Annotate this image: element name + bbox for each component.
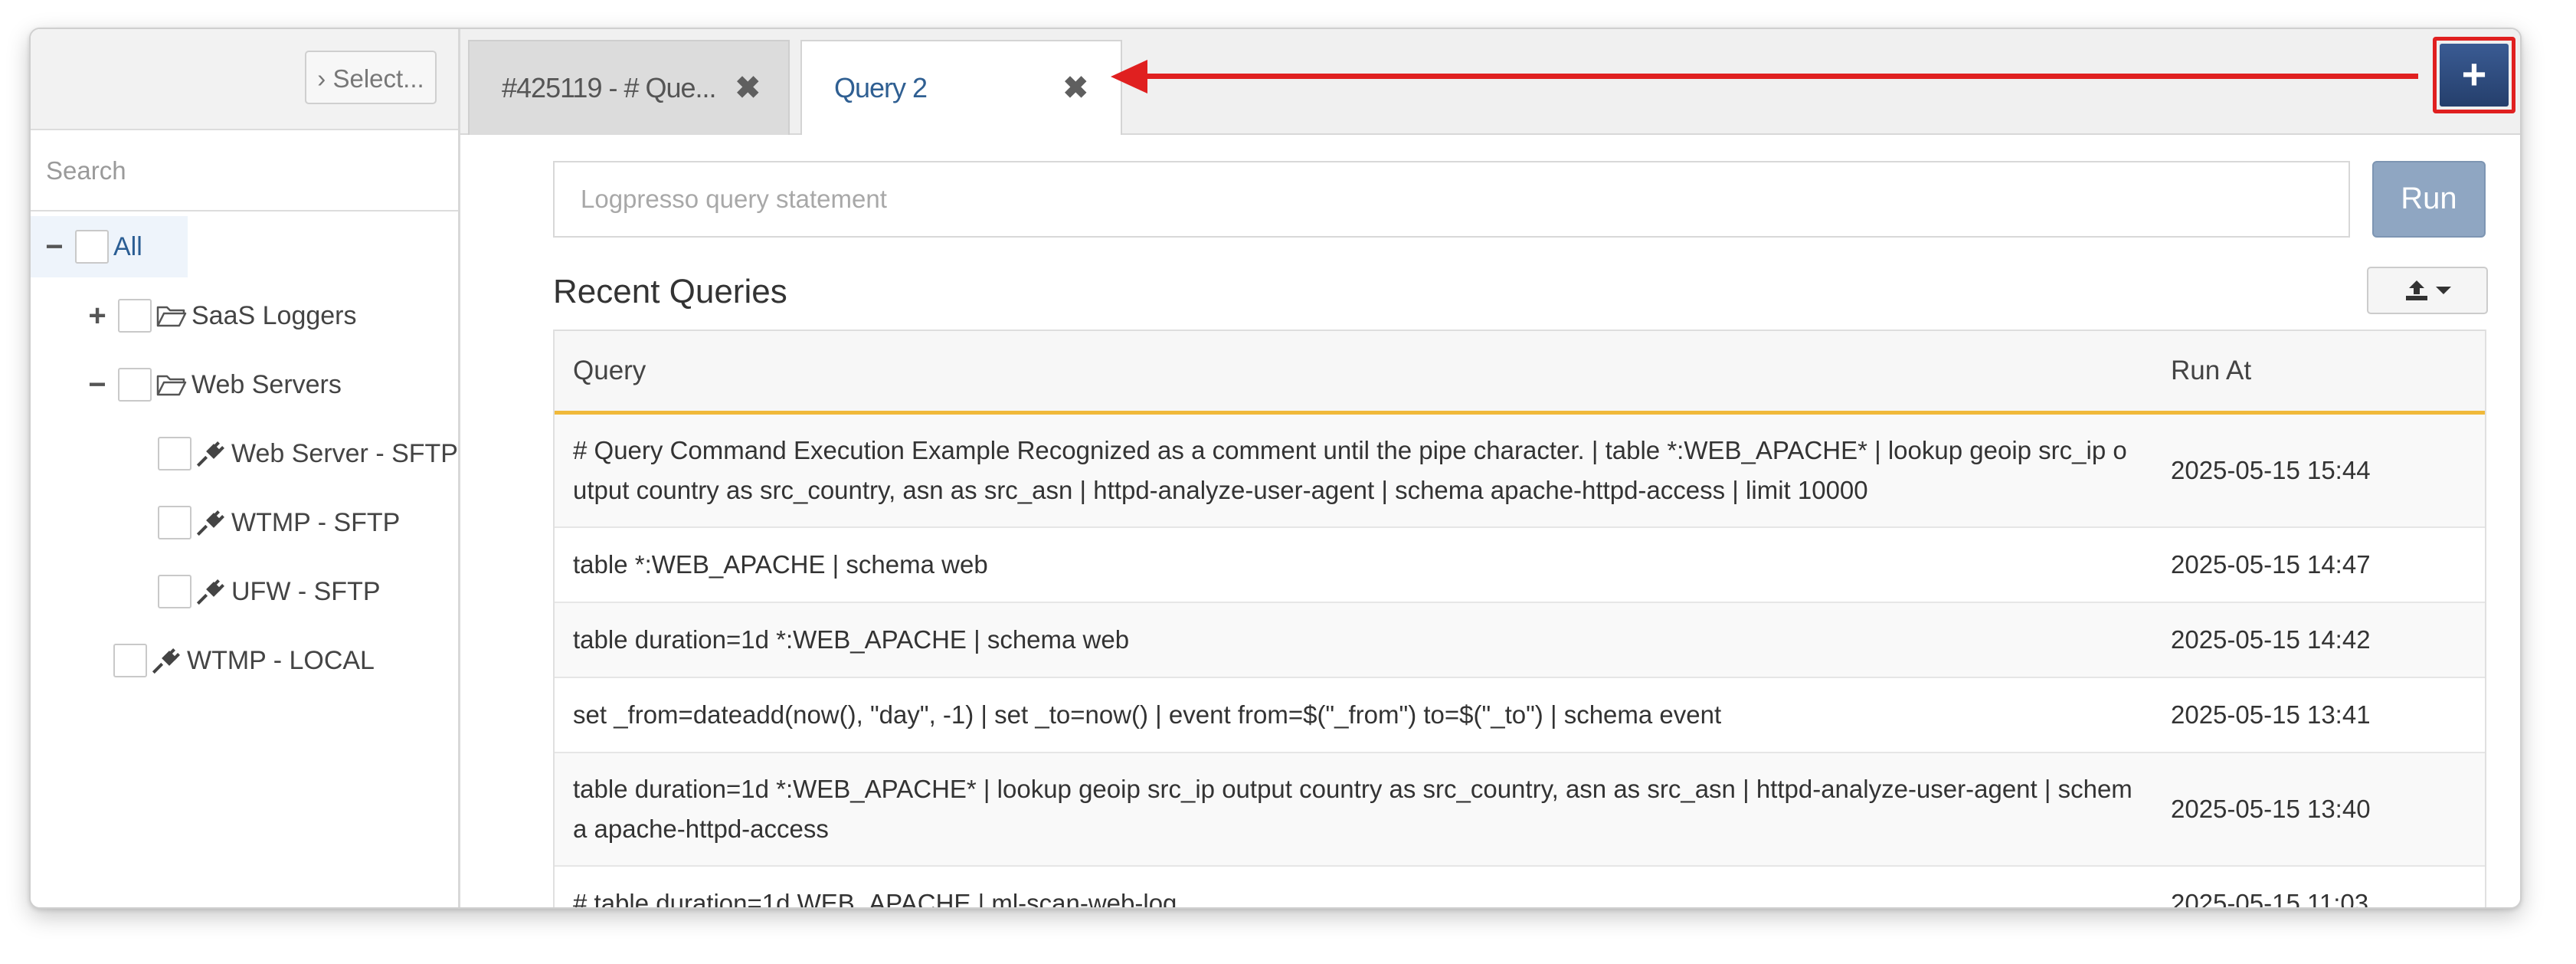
add-tab-highlight: + bbox=[2433, 37, 2515, 113]
run-at-cell: 2025-05-15 13:41 bbox=[2171, 700, 2371, 729]
tree-checkbox[interactable] bbox=[158, 575, 191, 608]
sidebar-toolbar: › Select... bbox=[31, 29, 458, 130]
table-body: # Query Command Execution Example Recogn… bbox=[555, 415, 2485, 909]
tab-query-2[interactable]: Query 2 ✖ bbox=[800, 40, 1122, 135]
table-row[interactable]: # Query Command Execution Example Recogn… bbox=[555, 415, 2485, 528]
tree-checkbox[interactable] bbox=[113, 644, 147, 677]
tree-item-label: Web Servers bbox=[191, 369, 342, 399]
run-at-cell: 2025-05-15 15:44 bbox=[2171, 456, 2371, 484]
tab-title: #425119 - # Que... bbox=[502, 72, 717, 103]
table-row[interactable]: table duration=1d *:WEB_APACHE* | lookup… bbox=[555, 753, 2485, 867]
tree-item-all[interactable]: − All bbox=[31, 216, 188, 277]
recent-queries-title: Recent Queries bbox=[553, 273, 787, 310]
search-input[interactable] bbox=[44, 147, 430, 195]
tree-item-web-server-sftp[interactable]: Web Server - SFTP bbox=[150, 423, 458, 484]
tree-item-label: SaaS Loggers bbox=[191, 300, 357, 330]
tree-checkbox[interactable] bbox=[118, 299, 152, 333]
tree-checkbox[interactable] bbox=[158, 506, 191, 539]
run-at-cell: 2025-05-15 11:03 bbox=[2171, 889, 2369, 909]
recent-queries-table: Query Run At # Query Command Execution E… bbox=[553, 330, 2486, 909]
tree-item-wtmp-local[interactable]: WTMP - LOCAL bbox=[106, 630, 375, 691]
tree-item-label: WTMP - LOCAL bbox=[187, 645, 375, 675]
run-at-cell: 2025-05-15 14:47 bbox=[2171, 550, 2371, 579]
column-header-run-at[interactable]: Run At bbox=[2163, 356, 2485, 386]
tab-query-425119[interactable]: #425119 - # Que... ✖ bbox=[468, 40, 790, 135]
run-at-cell: 2025-05-15 14:42 bbox=[2171, 625, 2371, 654]
table-header: Query Run At bbox=[555, 330, 2485, 415]
tree-item-web-servers[interactable]: − Web Servers bbox=[84, 354, 342, 415]
collapse-icon[interactable]: − bbox=[41, 231, 67, 262]
app-window: › Select... − All + SaaS Loggers − Web S… bbox=[29, 28, 2522, 909]
add-tab-button[interactable]: + bbox=[2440, 44, 2509, 107]
select-button[interactable]: › Select... bbox=[305, 51, 437, 104]
query-cell: # Query Command Execution Example Recogn… bbox=[573, 436, 2127, 504]
tree-item-ufw-sftp[interactable]: UFW - SFTP bbox=[150, 561, 381, 622]
folder-open-icon bbox=[156, 375, 187, 396]
collapse-icon[interactable]: − bbox=[84, 369, 110, 400]
run-button[interactable]: Run bbox=[2372, 161, 2486, 238]
tree-item-saas-loggers[interactable]: + SaaS Loggers bbox=[84, 285, 357, 346]
tree-checkbox[interactable] bbox=[118, 368, 152, 402]
column-header-query[interactable]: Query bbox=[555, 356, 2163, 386]
main-panel: #425119 - # Que... ✖ Query 2 ✖ + Run Rec… bbox=[460, 29, 2520, 907]
expand-icon[interactable]: + bbox=[84, 300, 110, 331]
query-cell: table duration=1d *:WEB_APACHE | schema … bbox=[573, 625, 1130, 654]
annotation-arrow bbox=[1131, 74, 2418, 79]
tab-bar: #425119 - # Que... ✖ Query 2 ✖ + bbox=[460, 29, 2520, 135]
table-row[interactable]: # table duration=1d WEB_APACHE | ml-scan… bbox=[555, 867, 2485, 909]
plug-icon bbox=[152, 648, 180, 674]
tree-item-label: WTMP - SFTP bbox=[231, 507, 401, 537]
tree-item-label: All bbox=[113, 231, 142, 261]
export-dropdown-button[interactable] bbox=[2367, 267, 2488, 314]
tree-checkbox[interactable] bbox=[75, 230, 109, 264]
chevron-down-icon bbox=[2436, 287, 2451, 294]
tree-checkbox[interactable] bbox=[158, 437, 191, 471]
tree-item-label: UFW - SFTP bbox=[231, 576, 381, 606]
query-cell: table *:WEB_APACHE | schema web bbox=[573, 550, 988, 579]
tab-title: Query 2 bbox=[834, 72, 928, 103]
query-cell: table duration=1d *:WEB_APACHE* | lookup… bbox=[573, 775, 2132, 843]
plug-icon bbox=[196, 510, 224, 536]
query-cell: # table duration=1d WEB_APACHE | ml-scan… bbox=[573, 889, 1177, 909]
close-icon[interactable]: ✖ bbox=[735, 70, 761, 106]
query-input[interactable] bbox=[553, 161, 2350, 238]
plug-icon bbox=[196, 441, 224, 467]
tree-item-label: Web Server - SFTP bbox=[231, 438, 458, 468]
sidebar-search bbox=[31, 130, 458, 211]
query-cell: set _from=dateadd(now(), "day", -1) | se… bbox=[573, 700, 1722, 729]
table-row[interactable]: table *:WEB_APACHE | schema web 2025-05-… bbox=[555, 528, 2485, 603]
sidebar: › Select... − All + SaaS Loggers − Web S… bbox=[31, 29, 460, 907]
upload-icon bbox=[2406, 280, 2427, 300]
table-row[interactable]: table duration=1d *:WEB_APACHE | schema … bbox=[555, 603, 2485, 678]
table-row[interactable]: set _from=dateadd(now(), "day", -1) | se… bbox=[555, 678, 2485, 753]
folder-open-icon bbox=[156, 306, 187, 327]
run-at-cell: 2025-05-15 13:40 bbox=[2171, 795, 2371, 823]
tree-item-wtmp-sftp[interactable]: WTMP - SFTP bbox=[150, 492, 400, 553]
plug-icon bbox=[196, 579, 224, 605]
close-icon[interactable]: ✖ bbox=[1062, 70, 1088, 106]
